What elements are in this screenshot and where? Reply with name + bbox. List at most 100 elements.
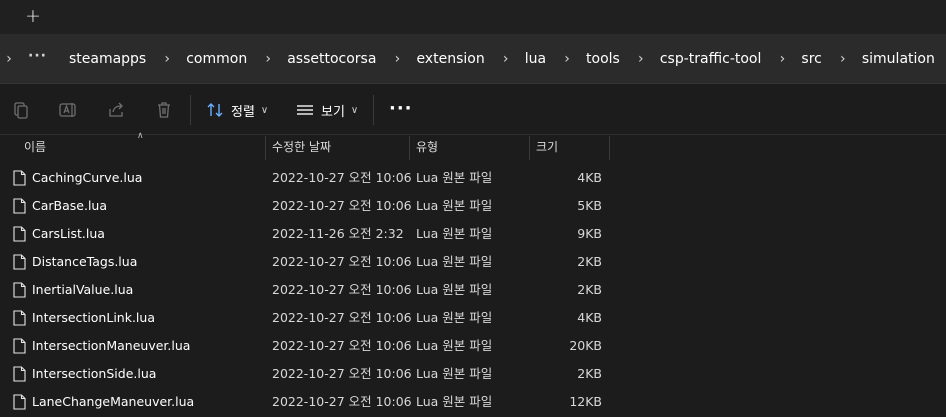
breadcrumb-item-assettocorsa[interactable]: assettocorsa — [277, 51, 388, 67]
column-header-size[interactable]: 크기 — [536, 136, 608, 160]
tab-strip: + — [0, 0, 946, 34]
sort-label: 정렬 — [231, 104, 255, 120]
view-label: 보기 — [321, 104, 345, 120]
chevron-right-icon[interactable]: › — [558, 51, 576, 67]
breadcrumb: › ··· steamapps › common › assettocorsa … — [0, 34, 946, 84]
file-type: Lua 원본 파일 — [416, 394, 493, 409]
breadcrumb-item-extension[interactable]: extension — [406, 51, 496, 67]
file-icon — [13, 366, 26, 382]
toolbar-divider — [373, 95, 374, 125]
file-type: Lua 원본 파일 — [416, 226, 493, 241]
new-tab-button[interactable]: + — [22, 4, 44, 28]
file-size: 4KB — [577, 170, 602, 185]
file-row[interactable]: InertialValue.lua 2022-10-27 오전 10:06 Lu… — [0, 276, 946, 304]
chevron-right-icon[interactable]: › — [834, 51, 852, 67]
file-type: Lua 원본 파일 — [416, 338, 493, 353]
chevron-right-icon[interactable]: › — [0, 51, 18, 67]
breadcrumb-overflow-button[interactable]: ··· — [28, 48, 47, 64]
file-type: Lua 원본 파일 — [416, 170, 493, 185]
file-type: Lua 원본 파일 — [416, 198, 493, 213]
file-name: CarsList.lua — [32, 226, 105, 241]
copy-icon[interactable] — [10, 100, 30, 120]
file-icon — [13, 310, 26, 326]
file-modified: 2022-10-27 오전 10:06 — [272, 338, 412, 353]
file-icon — [13, 226, 26, 242]
column-header-type[interactable]: 유형 — [416, 136, 528, 160]
file-row[interactable]: CarBase.lua 2022-10-27 오전 10:06 Lua 원본 파… — [0, 192, 946, 220]
file-name: LaneChangeManeuver.lua — [32, 394, 195, 409]
sort-icon — [207, 103, 223, 117]
breadcrumb-item-steamapps[interactable]: steamapps — [59, 51, 158, 67]
file-type: Lua 원본 파일 — [416, 254, 493, 269]
file-size: 20KB — [569, 338, 602, 353]
file-type: Lua 원본 파일 — [416, 310, 493, 325]
file-size: 2KB — [577, 282, 602, 297]
file-modified: 2022-10-27 오전 10:06 — [272, 366, 412, 381]
file-row[interactable]: LaneChangeManeuver.lua 2022-10-27 오전 10:… — [0, 388, 946, 416]
view-icon — [297, 105, 313, 115]
chevron-down-icon: ∨ — [350, 104, 359, 116]
file-name: IntersectionManeuver.lua — [32, 338, 191, 353]
file-row[interactable]: IntersectionSide.lua 2022-10-27 오전 10:06… — [0, 360, 946, 388]
chevron-down-icon: ∨ — [260, 104, 269, 116]
file-row[interactable]: IntersectionLink.lua 2022-10-27 오전 10:06… — [0, 304, 946, 332]
column-resize-handle[interactable] — [265, 136, 266, 160]
delete-icon[interactable] — [154, 100, 174, 120]
file-name: CachingCurve.lua — [32, 170, 143, 185]
sort-button[interactable]: 정렬 ∨ — [206, 99, 268, 121]
column-resize-handle[interactable] — [609, 136, 610, 160]
file-modified: 2022-11-26 오전 2:32 — [272, 226, 404, 241]
column-header-row: ∧ 이름 수정한 날짜 유형 크기 — [0, 131, 946, 160]
breadcrumb-item-common[interactable]: common — [176, 51, 259, 67]
view-button[interactable]: 보기 ∨ — [296, 99, 358, 121]
file-size: 2KB — [577, 254, 602, 269]
file-modified: 2022-10-27 오전 10:06 — [272, 282, 412, 297]
file-row[interactable]: CachingCurve.lua 2022-10-27 오전 10:06 Lua… — [0, 164, 946, 192]
file-modified: 2022-10-27 오전 10:06 — [272, 198, 412, 213]
breadcrumb-item-src[interactable]: src — [791, 51, 833, 67]
chevron-right-icon[interactable]: › — [259, 51, 277, 67]
file-modified: 2022-10-27 오전 10:06 — [272, 310, 412, 325]
file-size: 5KB — [577, 198, 602, 213]
breadcrumb-item-lua[interactable]: lua — [515, 51, 558, 67]
file-modified: 2022-10-27 오전 10:06 — [272, 254, 412, 269]
file-name: DistanceTags.lua — [32, 254, 138, 269]
file-icon — [13, 170, 26, 186]
file-type: Lua 원본 파일 — [416, 366, 493, 381]
file-modified: 2022-10-27 오전 10:06 — [272, 170, 412, 185]
file-row[interactable]: CarsList.lua 2022-11-26 오전 2:32 Lua 원본 파… — [0, 220, 946, 248]
column-header-name[interactable]: 이름 — [24, 136, 264, 160]
chevron-right-icon[interactable]: › — [773, 51, 791, 67]
file-icon — [13, 282, 26, 298]
file-type: Lua 원본 파일 — [416, 282, 493, 297]
file-row[interactable]: DistanceTags.lua 2022-10-27 오전 10:06 Lua… — [0, 248, 946, 276]
file-name: CarBase.lua — [32, 198, 107, 213]
chevron-right-icon[interactable]: › — [158, 51, 176, 67]
breadcrumb-item-simulation[interactable]: simulation — [852, 51, 946, 67]
file-size: 12KB — [569, 394, 602, 409]
column-header-date[interactable]: 수정한 날짜 — [272, 136, 408, 160]
file-size: 2KB — [577, 366, 602, 381]
column-resize-handle[interactable] — [529, 136, 530, 160]
file-icon — [13, 254, 26, 270]
file-size: 9KB — [577, 226, 602, 241]
chevron-right-icon[interactable]: › — [497, 51, 515, 67]
breadcrumb-item-csp-traffic-tool[interactable]: csp-traffic-tool — [650, 51, 774, 67]
file-icon — [13, 394, 26, 410]
file-icon — [13, 338, 26, 354]
toolbar-divider — [190, 95, 191, 125]
file-row[interactable]: IntersectionManeuver.lua 2022-10-27 오전 1… — [0, 332, 946, 360]
share-icon[interactable] — [106, 100, 126, 120]
chevron-right-icon[interactable]: › — [388, 51, 406, 67]
breadcrumb-item-tools[interactable]: tools — [576, 51, 632, 67]
address-bar: › ··· steamapps › common › assettocorsa … — [0, 34, 946, 84]
file-name: IntersectionLink.lua — [32, 310, 155, 325]
file-name: IntersectionSide.lua — [32, 366, 157, 381]
file-modified: 2022-10-27 오전 10:06 — [272, 394, 412, 409]
more-options-button[interactable]: ··· — [389, 99, 413, 119]
chevron-right-icon[interactable]: › — [632, 51, 650, 67]
file-name: InertialValue.lua — [32, 282, 134, 297]
rename-icon[interactable] — [58, 100, 78, 120]
command-bar: 정렬 ∨ 보기 ∨ ··· — [0, 85, 946, 135]
column-resize-handle[interactable] — [409, 136, 410, 160]
